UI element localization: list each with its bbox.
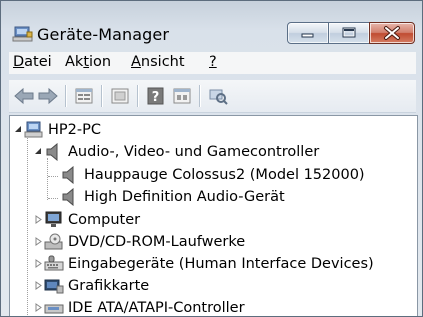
show-hide-icon (111, 88, 129, 104)
maximize-icon (342, 27, 356, 38)
back-arrow-icon (14, 87, 34, 105)
title-bar[interactable]: Geräte-Manager (1, 1, 422, 49)
toolbar: ? (9, 80, 416, 113)
toolbar-separator (137, 85, 139, 107)
tree-line (27, 136, 29, 316)
menu-aktion[interactable]: Aktion (65, 54, 111, 70)
back-button[interactable] (13, 86, 35, 106)
properties-icon (75, 88, 93, 104)
view-button[interactable] (171, 86, 193, 106)
tree-line (48, 198, 58, 200)
help-icon: ? (147, 87, 164, 105)
expanded-arrow-icon[interactable] (34, 147, 43, 156)
speaker-icon (44, 142, 64, 162)
speaker-icon (60, 165, 80, 185)
speaker-icon (60, 187, 80, 207)
device-manager-window: Geräte-Manager Datei Aktion Ansicht ? ? … (0, 0, 423, 317)
svg-text:?: ? (152, 90, 160, 105)
menu-bar: Datei Aktion Ansicht ? (9, 52, 416, 74)
tree-line (48, 176, 58, 178)
help-button[interactable]: ? (145, 86, 167, 106)
collapsed-arrow-icon[interactable] (34, 303, 43, 312)
toolbar-separator (65, 85, 67, 107)
menu-datei[interactable]: Datei (13, 54, 52, 70)
menu-ansicht[interactable]: Ansicht (131, 54, 185, 70)
minimize-icon (301, 33, 314, 38)
collapsed-arrow-icon[interactable] (34, 259, 43, 268)
monitor-icon (44, 211, 64, 229)
device-manager-icon[interactable] (12, 25, 34, 43)
expanded-arrow-icon[interactable] (14, 125, 23, 134)
properties-button[interactable] (73, 86, 95, 106)
dvd-drive-icon (44, 233, 64, 251)
toolbar-separator (101, 85, 103, 107)
tree-line (47, 158, 49, 200)
toolbar-separator (199, 85, 201, 107)
minimize-button[interactable] (287, 22, 329, 44)
view-icon (173, 88, 191, 104)
close-icon (384, 26, 400, 40)
close-button[interactable] (369, 22, 415, 44)
keyboard-icon (44, 255, 64, 273)
scan-hardware-icon (209, 89, 228, 105)
collapsed-arrow-icon[interactable] (34, 215, 43, 224)
computer-icon (24, 121, 44, 139)
show-hide-button[interactable] (109, 86, 131, 106)
maximize-button[interactable] (328, 22, 370, 44)
window-title: Geräte-Manager (37, 25, 170, 44)
caption-buttons (286, 22, 415, 46)
graphics-card-icon (44, 277, 64, 295)
scan-hardware-button[interactable] (207, 86, 229, 106)
forward-button[interactable] (37, 86, 59, 106)
menu-help[interactable]: ? (209, 54, 217, 70)
collapsed-arrow-icon[interactable] (34, 281, 43, 290)
collapsed-arrow-icon[interactable] (34, 237, 43, 246)
device-tree[interactable]: HP2-PC Audio-, Video- und Gamecontroller… (9, 115, 418, 316)
forward-arrow-icon (38, 87, 58, 105)
ide-controller-icon (44, 299, 64, 316)
